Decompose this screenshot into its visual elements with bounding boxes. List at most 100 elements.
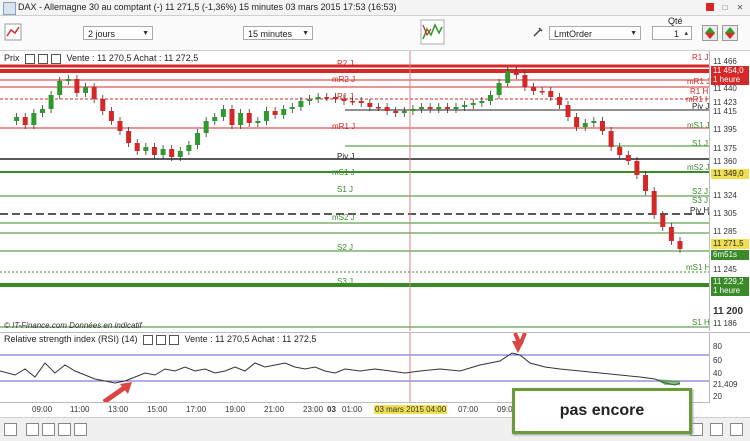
- level-label: Piv J: [337, 152, 355, 161]
- candle: [625, 155, 631, 161]
- candle: [599, 121, 605, 131]
- chart-toolbar: 2 jours ▼ 15 minutes ▼ LmtOrder ▼ Qté 1 ▴: [0, 3, 750, 51]
- print-icon[interactable]: [58, 423, 71, 436]
- chevron-down-icon: ▼: [142, 30, 149, 37]
- price-tick: 11 395: [713, 125, 737, 134]
- buy-button[interactable]: [702, 25, 718, 41]
- candle: [651, 191, 657, 215]
- candle: [608, 131, 614, 147]
- price-tick: 11 466: [713, 57, 737, 66]
- period-select[interactable]: 2 jours ▼: [83, 26, 153, 40]
- time-cursor-label: 03 mars 2015 04:00: [374, 405, 448, 414]
- time-tick: 13:00: [108, 405, 129, 414]
- candle: [289, 107, 295, 109]
- candle: [522, 75, 528, 87]
- price-axis[interactable]: 11 466 11 454,0 1 heure 11 440 11 423 11…: [709, 51, 750, 331]
- price-panel[interactable]: Prix Vente : 11 270,5 Achat : 11 272,5 R…: [0, 51, 711, 331]
- candle: [57, 81, 63, 95]
- candle: [91, 87, 97, 99]
- candle: [263, 111, 269, 121]
- candle: [410, 109, 416, 111]
- candle: [350, 101, 356, 103]
- level-label: R1 J: [337, 92, 354, 101]
- candle: [126, 131, 132, 143]
- candle: [14, 117, 20, 121]
- candle: [513, 71, 519, 75]
- level-label: Piv J: [692, 102, 710, 111]
- price-tick: 11 360: [713, 157, 737, 166]
- time-tick: 11:00: [70, 405, 90, 414]
- candle: [298, 101, 304, 107]
- price-chart: [0, 51, 709, 331]
- copyright-note: © IT-Finance.com Données en indicatif: [4, 321, 142, 330]
- rsi-axis[interactable]: 80 60 40 21,409 20: [709, 332, 750, 403]
- candle: [203, 121, 209, 133]
- time-tick: 23:00: [303, 405, 324, 414]
- candle: [393, 111, 399, 113]
- candle: [367, 103, 373, 107]
- candle: [591, 121, 597, 123]
- expand-icon[interactable]: [710, 423, 723, 436]
- time-tick: 07:00: [458, 405, 479, 414]
- level-label: R2 J: [337, 59, 354, 68]
- app-icon: [3, 2, 16, 15]
- candle: [74, 79, 80, 93]
- time-tick: 15:00: [147, 405, 168, 414]
- candle: [246, 113, 252, 123]
- level-label: mS2 J: [332, 213, 355, 222]
- order-settings-icon[interactable]: [532, 26, 544, 38]
- alert-icon[interactable]: [706, 3, 714, 11]
- zoom-in-icon[interactable]: [42, 423, 55, 436]
- chart-type-icon[interactable]: [3, 22, 23, 42]
- crosshair-icon[interactable]: [74, 423, 87, 436]
- level-badge: 11 349,0: [711, 169, 749, 179]
- quantity-stepper[interactable]: 1 ▴: [652, 26, 692, 40]
- candle: [677, 241, 683, 249]
- candle: [220, 109, 226, 117]
- candle: [487, 95, 493, 101]
- scroll-left-icon[interactable]: [4, 423, 17, 436]
- title-bar: DAX - Allemagne 30 au comptant (-) 11 27…: [0, 0, 750, 16]
- rsi-value-badge: 21,409: [711, 380, 749, 390]
- quantity-value: 1: [673, 29, 679, 39]
- rsi-tick: 80: [713, 342, 722, 351]
- price-tick: 11 375: [713, 144, 737, 153]
- candle: [117, 121, 123, 131]
- candle: [48, 95, 54, 109]
- close-icon[interactable]: ✕: [734, 3, 746, 13]
- candle: [177, 151, 183, 157]
- candle: [660, 215, 666, 227]
- candle: [212, 117, 218, 121]
- candle: [195, 133, 201, 145]
- candle: [668, 227, 674, 241]
- window-title: DAX - Allemagne 30 au comptant (-) 11 27…: [18, 2, 397, 12]
- level-label: S1 J: [337, 185, 354, 194]
- maximize-icon[interactable]: □: [719, 3, 731, 13]
- lock-icon[interactable]: [730, 423, 743, 436]
- price-tick: 11 305: [713, 209, 737, 218]
- candle: [444, 107, 450, 109]
- rsi-tick: 20: [713, 392, 722, 401]
- chevron-down-icon: ▼: [630, 30, 637, 37]
- level-label: mS1 J: [687, 121, 710, 130]
- interval-select[interactable]: 15 minutes ▼: [243, 26, 313, 40]
- level-label: R1 J: [692, 53, 709, 62]
- level-label: mS1 J: [332, 168, 355, 177]
- arrow-down-icon: [512, 341, 524, 353]
- candle: [582, 123, 588, 127]
- candle: [505, 71, 511, 83]
- countdown-badge: 6m51s: [711, 250, 749, 260]
- trend-indicator-icon[interactable]: [420, 19, 445, 45]
- time-tick: 01:00: [342, 405, 363, 414]
- candle: [479, 101, 485, 103]
- candle: [160, 149, 166, 155]
- candle: [238, 113, 244, 125]
- period-value: 2 jours: [88, 29, 116, 39]
- candle: [151, 147, 157, 155]
- sell-button[interactable]: [722, 25, 738, 41]
- order-type-select[interactable]: LmtOrder ▼: [549, 26, 641, 40]
- candle: [548, 91, 554, 97]
- candle: [324, 97, 330, 99]
- candle: [83, 87, 89, 93]
- zoom-out-icon[interactable]: [26, 423, 39, 436]
